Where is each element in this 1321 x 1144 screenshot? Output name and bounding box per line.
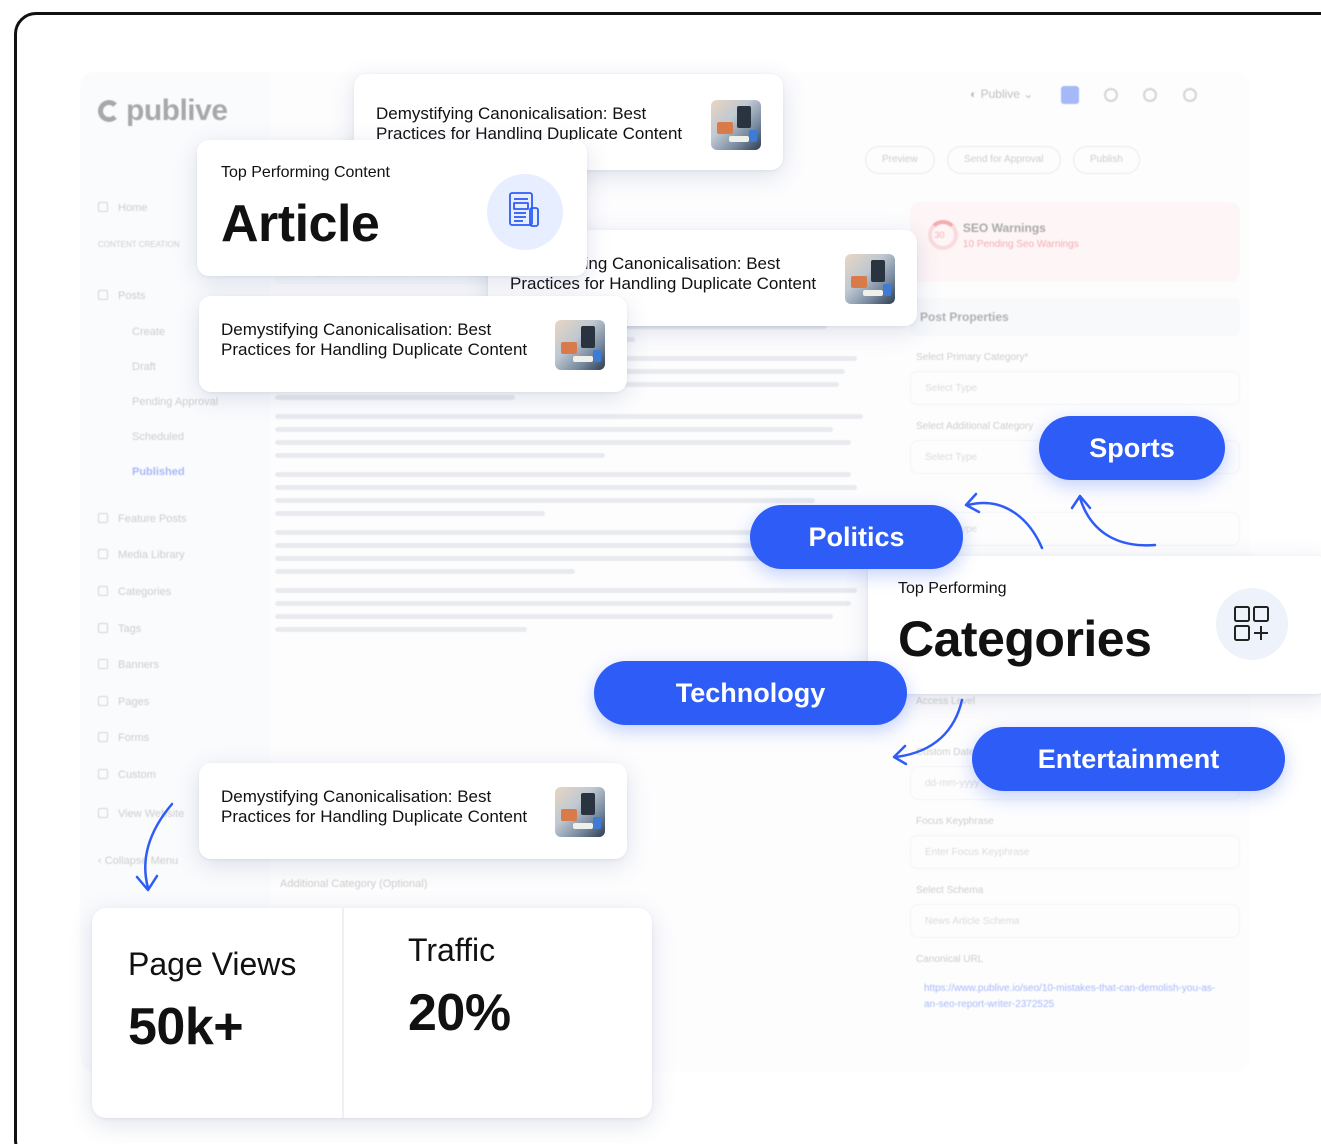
focus-keyphrase-input[interactable]: Enter Focus Keyphrase: [910, 835, 1240, 869]
primary-category-select[interactable]: Select Type: [910, 371, 1240, 405]
editor-text-line: [275, 427, 833, 432]
stat-value: 50k+: [128, 998, 244, 1056]
banner-icon: [98, 659, 108, 669]
editor-text-line: [275, 569, 575, 574]
bg-nav-pending[interactable]: Pending Approval: [132, 396, 218, 408]
tag-icon: [98, 623, 108, 633]
bg-nav-section: CONTENT CREATION: [98, 240, 180, 249]
stat-label: Traffic: [408, 932, 496, 968]
primary-category-label: Select Primary Category*: [916, 352, 1029, 363]
bell-icon[interactable]: [1104, 88, 1119, 102]
grid-plus-icon: [1216, 588, 1288, 660]
seo-subtitle: 10 Pending Seo Warnings: [962, 238, 1079, 250]
bg-nav-banners[interactable]: Banners: [98, 659, 159, 671]
editor-text-line: [275, 511, 545, 516]
editor-paragraph: [275, 588, 875, 632]
editor-text-line: [275, 601, 851, 606]
home-icon: [98, 202, 108, 212]
schema-label: Select Schema: [916, 885, 984, 896]
stat-page-views: Page Views 50k+: [92, 908, 342, 1118]
editor-text-line: [275, 627, 527, 632]
editor-text-line: [275, 414, 863, 419]
schema-select[interactable]: News Article Schema: [910, 904, 1240, 938]
blog-card-title: Demystifying Canonicalisation: Best Prac…: [221, 787, 528, 826]
bg-nav-posts[interactable]: Posts: [98, 290, 146, 302]
bg-nav-published[interactable]: Published: [132, 466, 185, 478]
feature-icon: [98, 513, 108, 523]
blog-thumbnail-image: [845, 254, 895, 304]
bg-nav-pages[interactable]: Pages: [98, 696, 149, 708]
category-pill-entertainment[interactable]: Entertainment: [972, 727, 1285, 791]
blog-card-title: Demystifying Canonicalisation: Best Prac…: [221, 320, 528, 359]
post-properties-header: Post Properties: [910, 298, 1240, 336]
form-icon: [98, 732, 108, 742]
bg-nav-create[interactable]: Create: [132, 326, 165, 338]
chevron-down-icon: ⌄: [1019, 87, 1034, 102]
category-pill-sports[interactable]: Sports: [1039, 416, 1225, 480]
preview-button[interactable]: Preview: [865, 146, 935, 174]
editor-paragraph: [275, 414, 875, 458]
bg-nav-media[interactable]: Media Library: [98, 549, 185, 561]
chevron-left-icon: ‹: [98, 855, 105, 867]
bg-nav-categories[interactable]: Categories: [98, 586, 171, 598]
bg-nav-tags[interactable]: Tags: [98, 623, 141, 635]
bg-nav-view-website[interactable]: View Website: [98, 808, 184, 820]
publive-logo-icon: [98, 100, 120, 122]
editor-text-line: [275, 498, 815, 503]
bg-additional-category: Additional Category (Optional): [280, 878, 428, 890]
bg-actions: Preview Send for Approval Publish: [865, 146, 1148, 174]
stat-value: 20%: [408, 984, 511, 1042]
bg-nav-forms[interactable]: Forms: [98, 732, 149, 744]
custom-icon: [98, 769, 108, 779]
workspace-switcher[interactable]: Publive: [981, 87, 1020, 101]
editor-text-line: [275, 614, 833, 619]
page-icon: [98, 696, 108, 706]
bg-nav-collapse[interactable]: ‹ Collapse Menu: [98, 855, 178, 867]
focus-keyphrase-label: Focus Keyphrase: [916, 816, 994, 827]
canonical-url[interactable]: https://www.publive.io/seo/10-mistakes-t…: [910, 973, 1240, 1021]
settings-icon[interactable]: [1143, 88, 1158, 102]
workspace-logo-icon: ◐: [970, 87, 981, 102]
blog-card-4[interactable]: Demystifying Canonicalisation: Best Prac…: [199, 763, 627, 859]
publive-logo: publive: [98, 94, 228, 128]
top-performing-categories-card: Top Performing Categories: [868, 556, 1321, 694]
stat-traffic: Traffic 20%: [344, 908, 652, 1118]
canonical-label: Canonical URL: [916, 954, 984, 965]
media-icon: [98, 549, 108, 559]
editor-text-line: [275, 588, 857, 593]
document-icon: [487, 174, 563, 250]
send-for-approval-button[interactable]: Send for Approval: [947, 146, 1061, 174]
profile-icon[interactable]: [1182, 88, 1197, 102]
category-pill-politics[interactable]: Politics: [750, 505, 963, 569]
categories-icon: [98, 586, 108, 596]
blog-thumbnail-image: [555, 787, 605, 837]
bg-nav-scheduled[interactable]: Scheduled: [132, 431, 184, 443]
stat-label: Page Views: [128, 946, 297, 982]
seo-title: SEO Warnings 10 Pending Seo Warnings: [962, 220, 1079, 250]
seo-warnings[interactable]: 30 SEO Warnings 10 Pending Seo Warnings: [910, 202, 1240, 282]
top-performing-article-card: Top Performing Content Article: [197, 140, 587, 276]
bg-nav-feature-posts[interactable]: Feature Posts: [98, 513, 186, 525]
publish-button[interactable]: Publish: [1072, 146, 1140, 174]
blog-card-3[interactable]: Demystifying Canonicalisation: Best Prac…: [199, 296, 627, 392]
bg-nav-draft[interactable]: Draft: [132, 361, 156, 373]
add-icon[interactable]: [1060, 86, 1079, 104]
bg-topbar: ◐ Publive ⌄: [970, 86, 1197, 104]
blog-thumbnail-image: [555, 320, 605, 370]
stats-card: Page Views 50k+ Traffic 20%: [92, 908, 652, 1118]
editor-text-line: [275, 440, 851, 445]
editor-text-line: [275, 472, 851, 477]
seo-score: 30: [934, 230, 945, 240]
editor-text-line: [275, 453, 605, 458]
editor-text-line: [275, 485, 857, 490]
posts-icon: [98, 290, 108, 300]
bg-nav-home[interactable]: Home: [98, 202, 147, 214]
external-link-icon: [98, 808, 108, 818]
editor-text-line: [275, 395, 515, 400]
access-level-label: Access Level: [916, 696, 975, 707]
bg-nav-custom[interactable]: Custom: [98, 769, 156, 781]
category-pill-technology[interactable]: Technology: [594, 661, 907, 725]
blog-card-title: Demystifying Canonicalisation: Best Prac…: [376, 104, 683, 143]
blog-thumbnail-image: [711, 100, 761, 150]
